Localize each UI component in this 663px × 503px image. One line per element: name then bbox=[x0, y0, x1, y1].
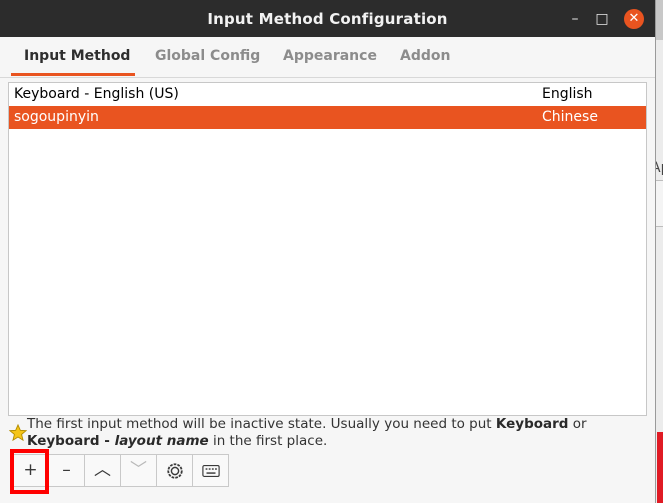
gear-icon bbox=[166, 463, 183, 479]
input-method-window: Input Method Configuration – □ ✕ Input M… bbox=[0, 0, 656, 503]
star-icon bbox=[9, 424, 27, 442]
title-bar[interactable]: Input Method Configuration – □ ✕ bbox=[0, 0, 655, 37]
add-button[interactable]: + bbox=[12, 454, 49, 487]
window-title: Input Method Configuration bbox=[207, 10, 448, 28]
input-method-list[interactable]: Keyboard - English (US) English sogoupin… bbox=[8, 82, 647, 416]
input-method-language: Chinese (China) bbox=[542, 109, 598, 148]
keyboard-layout-button[interactable] bbox=[192, 454, 229, 487]
configure-button[interactable] bbox=[156, 454, 193, 487]
tab-bar: Input Method Global Config Appearance Ad… bbox=[0, 37, 655, 78]
tab-global-config[interactable]: Global Config bbox=[155, 48, 260, 64]
hint-text: The first input method will be inactive … bbox=[27, 416, 587, 449]
close-button[interactable]: ✕ bbox=[624, 9, 644, 29]
keyboard-icon bbox=[201, 465, 220, 477]
remove-button[interactable]: – bbox=[48, 454, 85, 487]
input-method-name: sogoupinyin bbox=[14, 109, 99, 125]
maximize-button[interactable]: □ bbox=[592, 9, 612, 29]
tab-appearance[interactable]: Appearance bbox=[283, 48, 377, 64]
active-tab-indicator bbox=[11, 73, 135, 76]
tab-addon[interactable]: Addon bbox=[400, 48, 450, 64]
list-item[interactable]: Keyboard - English (US) English bbox=[9, 83, 646, 106]
input-method-name: Keyboard - English (US) bbox=[14, 86, 179, 102]
move-down-button[interactable]: ﹀ bbox=[120, 454, 157, 487]
tab-input-method[interactable]: Input Method bbox=[24, 48, 130, 64]
input-method-language: English bbox=[542, 86, 593, 102]
list-item-selected[interactable]: sogoupinyin Chinese (China) bbox=[9, 106, 646, 148]
background-red-marker bbox=[657, 432, 663, 503]
minimize-button[interactable]: – bbox=[565, 9, 585, 29]
move-up-button[interactable]: ︿ bbox=[84, 454, 121, 487]
